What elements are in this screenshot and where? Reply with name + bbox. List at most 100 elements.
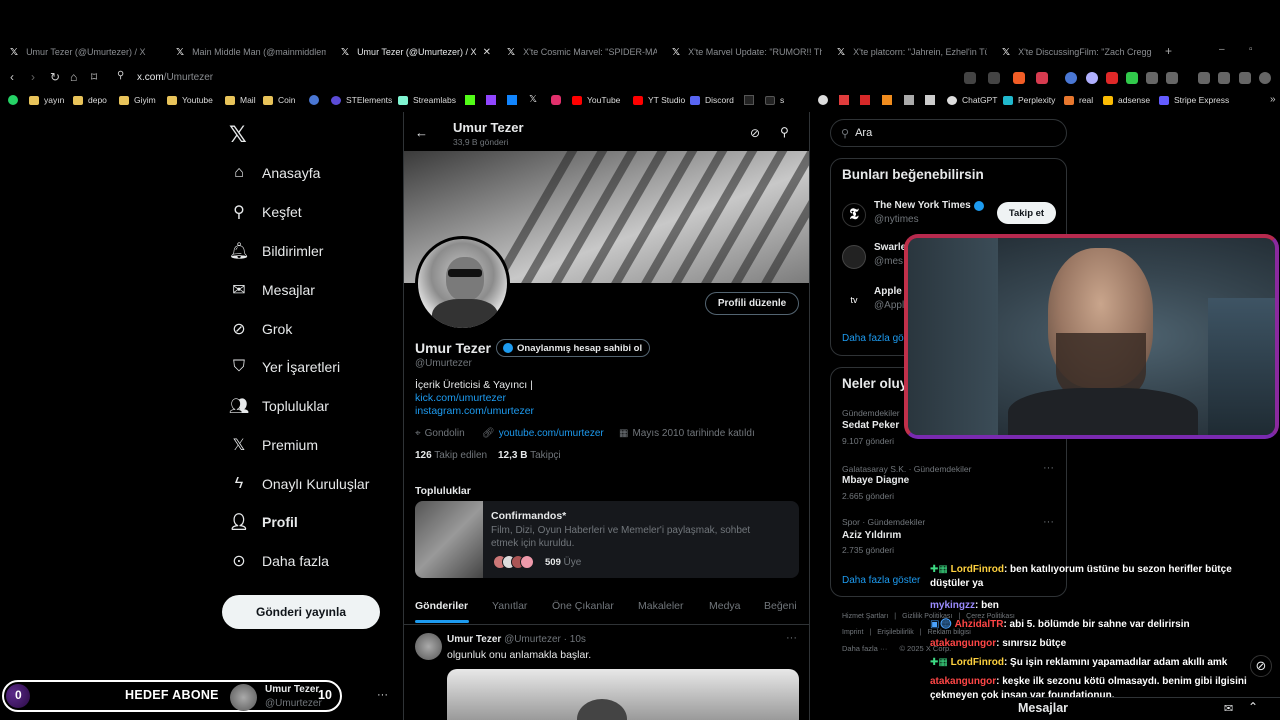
bookmark-icon[interactable] [925,95,935,105]
x-home-logo-icon[interactable]: 𝕏 [229,122,247,148]
post-more-icon[interactable]: ··· [786,632,797,644]
verify-badge-button[interactable]: Onaylanmış hesap sahibi ol [496,339,651,357]
bookmark-link[interactable]: YouTube [572,95,620,105]
suggestion-name[interactable]: Swarle [874,242,906,253]
bookmark-link[interactable]: Discord [690,95,734,105]
forward-icon[interactable]: › [31,70,35,84]
bookmark-link[interactable]: adsense [1103,95,1150,105]
post-image[interactable] [447,669,799,720]
nav-notifications[interactable]: 🔔︎ Bildirimler [229,242,324,260]
new-tab-icon[interactable]: + [1165,44,1172,58]
following-link[interactable]: 126 Takip edilen [415,450,487,461]
search-icon[interactable]: ⚲ [780,125,789,139]
tab-highlights[interactable]: Öne Çıkanlar [552,600,614,612]
account-avatar[interactable] [230,684,257,711]
brave-rewards-icon[interactable] [1036,72,1048,84]
reload-icon[interactable]: ↻ [50,70,60,84]
nav-home[interactable]: ⌂ Anasayfa [230,164,320,182]
browser-tab-active[interactable]: 𝕏 Umur Tezer (@Umurtezer) / X ✕ [341,42,491,62]
nav-profile[interactable]: 👤︎ Profil [229,513,298,531]
browser-tab[interactable]: 𝕏 Main Middle Man (@mainmiddlema [176,42,326,62]
twitch-icon[interactable] [486,95,496,105]
bookmark-link[interactable]: ChatGPT [947,95,997,105]
bio-link-kick[interactable]: kick.com/umurtezer [415,392,506,404]
tab-media[interactable]: Medya [709,600,741,612]
edit-profile-button[interactable]: Profili düzenle [705,292,799,315]
suggestion-avatar[interactable] [842,245,866,269]
suggestion-name[interactable]: Apple [874,286,902,297]
extensions-puzzle-icon[interactable] [1146,72,1158,84]
suggestion-name[interactable]: The New York Times [874,200,984,211]
x-logo-icon[interactable]: 𝕏 [529,94,537,105]
extension-icon[interactable] [1065,72,1077,84]
new-message-icon[interactable]: ✉ [1224,702,1233,715]
bookmark-icon[interactable] [839,95,849,105]
post-button[interactable]: Gönderi yayınla [222,595,380,629]
search-input[interactable]: ⚲ Ara [830,119,1067,147]
maximize-icon[interactable]: ▫ [1249,44,1253,55]
bookmark-link[interactable]: YT Studio [633,95,685,105]
close-tab-icon[interactable]: ✕ [483,47,491,58]
bookmark-page-icon[interactable]: ⌑ [91,70,97,84]
tab-replies[interactable]: Yanıtlar [492,600,527,612]
bookmark-folder[interactable]: Coin [263,95,295,105]
bookmark-icon[interactable] [860,95,870,105]
nytimes-avatar[interactable]: 𝕿 [842,203,866,227]
trend-name[interactable]: Sedat Peker [842,420,899,431]
grok-analyze-icon[interactable]: ⊘ [750,126,760,140]
trend-name[interactable]: Mbaye Diagne [842,475,909,486]
nav-explore[interactable]: ⚲ Keşfet [230,203,302,221]
nav-verified-orgs[interactable]: ϟ Onaylı Kuruluşlar [230,475,370,493]
show-more-link[interactable]: Daha fazla gös [842,333,909,344]
browser-tab[interactable]: 𝕏 Umur Tezer (@Umurtezer) / X [10,42,160,62]
cast-icon[interactable] [964,72,976,84]
bookmark-folder[interactable]: Giyim [119,95,156,105]
tab-posts[interactable]: Gönderiler [415,600,468,612]
post-avatar[interactable] [415,633,442,660]
home-icon[interactable]: ⌂ [70,70,77,84]
url-field[interactable]: x.com/Umurtezer [137,72,213,83]
browser-tab[interactable]: 𝕏 X'te DiscussingFilm: "Zach Cregger's [1002,42,1152,62]
tab-likes[interactable]: Beğeni [764,600,797,612]
nav-more[interactable]: ⊙ Daha fazla [230,552,329,570]
expand-drawer-icon[interactable]: ⌃ [1248,700,1258,714]
whatsapp-icon[interactable] [8,95,18,105]
bookmark-link[interactable]: real [1064,95,1093,105]
trend-more-icon[interactable]: ··· [1043,516,1054,528]
bookmark-icon[interactable] [818,95,828,105]
instagram-icon[interactable] [551,95,561,105]
share-icon[interactable] [988,72,1000,84]
extension-icon[interactable] [1106,72,1118,84]
leo-ai-icon[interactable] [1239,72,1251,84]
bookmark-folder[interactable]: depo [73,95,107,105]
tab-articles[interactable]: Makaleler [638,600,684,612]
bluesky-icon[interactable] [507,95,517,105]
browser-tab[interactable]: 𝕏 X'te platcorn: "Jahrein, Ezhel'in Türk [837,42,987,62]
extension-icon[interactable] [1086,72,1098,84]
menu-icon[interactable] [1259,72,1271,84]
sidebar-toggle-icon[interactable] [1198,72,1210,84]
trend-name[interactable]: Aziz Yıldırım [842,530,901,541]
show-more-trends-link[interactable]: Daha fazla göster [842,575,920,586]
browser-tab[interactable]: 𝕏 X'te Cosmic Marvel: "SPIDER-MAN: [507,42,657,62]
website-link[interactable]: 🔗︎ youtube.com/umurtezer [482,428,604,439]
browser-tab[interactable]: 𝕏 X'te Marvel Update: "RUMOR!! The s [672,42,822,62]
nav-bookmarks[interactable]: ⛉ Yer İşaretleri [230,358,340,376]
extension-icon[interactable] [1126,72,1138,84]
back-icon[interactable]: ‹ [10,70,14,84]
trend-more-icon[interactable]: ··· [1043,462,1054,474]
bookmark-link[interactable]: Stripe Express [1159,95,1229,105]
bookmark-folder[interactable]: Mail [225,95,256,105]
r-app-icon[interactable] [309,95,319,105]
nav-premium[interactable]: 𝕏 Premium [230,436,318,454]
more-bookmarks-icon[interactable]: » [1270,94,1276,105]
apple-tv-icon[interactable]: tv [842,288,866,312]
nav-communities[interactable]: 👥︎ Topluluklar [229,397,329,415]
back-arrow-icon[interactable]: ← [415,125,428,140]
brave-shield-icon[interactable] [1013,72,1025,84]
bookmark-link[interactable]: Perplexity [1003,95,1055,105]
tiktok-icon[interactable] [744,95,754,105]
follow-button[interactable]: Takip et [997,202,1056,224]
bookmark-icon[interactable] [904,95,914,105]
grok-fab-icon[interactable]: ⊘ [1250,655,1272,677]
